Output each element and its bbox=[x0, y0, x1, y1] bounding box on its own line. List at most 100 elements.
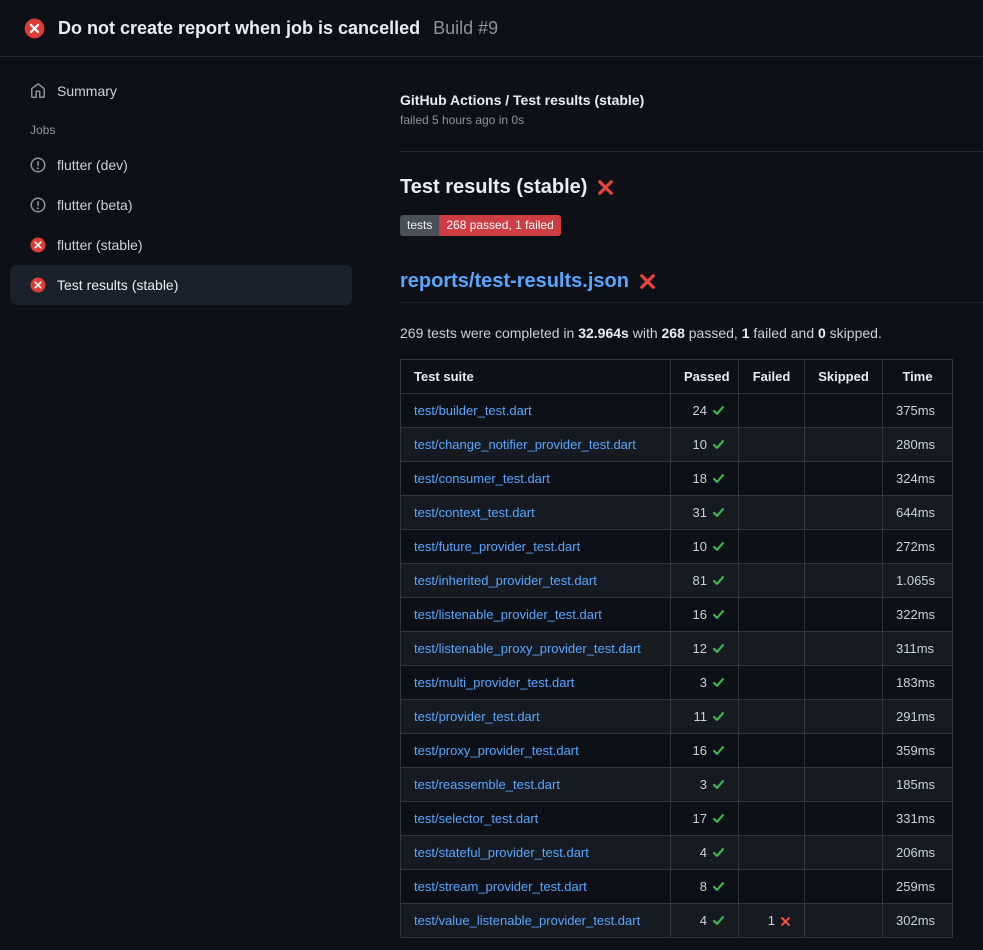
passed-cell: 11 bbox=[671, 700, 739, 734]
jobs-heading: Jobs bbox=[0, 123, 376, 137]
check-icon bbox=[712, 812, 725, 825]
failed-cell bbox=[739, 836, 805, 870]
time-cell: 272ms bbox=[883, 530, 953, 564]
time-cell: 375ms bbox=[883, 394, 953, 428]
time-cell: 206ms bbox=[883, 836, 953, 870]
test-suite-link[interactable]: test/consumer_test.dart bbox=[414, 471, 550, 486]
suite-cell: test/stream_provider_test.dart bbox=[401, 870, 671, 904]
time-cell: 359ms bbox=[883, 734, 953, 768]
test-suite-link[interactable]: test/multi_provider_test.dart bbox=[414, 675, 574, 690]
check-icon bbox=[712, 472, 725, 485]
table-row: test/listenable_provider_test.dart16322m… bbox=[401, 598, 953, 632]
suite-cell: test/builder_test.dart bbox=[401, 394, 671, 428]
test-suite-link[interactable]: test/stream_provider_test.dart bbox=[414, 879, 587, 894]
test-suite-link[interactable]: test/proxy_provider_test.dart bbox=[414, 743, 579, 758]
failed-cell bbox=[739, 598, 805, 632]
passed-cell: 3 bbox=[671, 768, 739, 802]
neutral-circle-icon bbox=[30, 157, 46, 173]
table-row: test/listenable_proxy_provider_test.dart… bbox=[401, 632, 953, 666]
report-file-link[interactable]: reports/test-results.json bbox=[400, 270, 629, 293]
passed-cell: 4 bbox=[671, 836, 739, 870]
sidebar-item-flutter-stable[interactable]: flutter (stable) bbox=[10, 225, 352, 265]
job-label: flutter (stable) bbox=[57, 237, 143, 253]
run-header: Do not create report when job is cancell… bbox=[0, 0, 983, 57]
badge-label: tests bbox=[400, 215, 439, 236]
test-suite-link[interactable]: test/builder_test.dart bbox=[414, 403, 532, 418]
skipped-cell bbox=[805, 870, 883, 904]
passed-cell: 10 bbox=[671, 530, 739, 564]
failed-cell bbox=[739, 870, 805, 904]
x-icon bbox=[780, 916, 791, 927]
time-cell: 302ms bbox=[883, 904, 953, 938]
passed-cell: 3 bbox=[671, 666, 739, 700]
test-suite-link[interactable]: test/listenable_proxy_provider_test.dart bbox=[414, 641, 641, 656]
cross-mark-icon bbox=[597, 179, 614, 196]
time-cell: 185ms bbox=[883, 768, 953, 802]
test-suite-link[interactable]: test/reassemble_test.dart bbox=[414, 777, 560, 792]
test-suite-link[interactable]: test/change_notifier_provider_test.dart bbox=[414, 437, 636, 452]
skipped-cell bbox=[805, 632, 883, 666]
check-icon bbox=[712, 506, 725, 519]
sidebar-item-test-results-stable[interactable]: Test results (stable) bbox=[10, 265, 352, 305]
time-cell: 280ms bbox=[883, 428, 953, 462]
test-suite-link[interactable]: test/selector_test.dart bbox=[414, 811, 538, 826]
job-label: flutter (beta) bbox=[57, 197, 132, 213]
summary-stat: 1 bbox=[742, 325, 750, 341]
sidebar-item-flutter-dev[interactable]: flutter (dev) bbox=[10, 145, 352, 185]
page-title: Do not create report when job is cancell… bbox=[58, 18, 420, 39]
sidebar: Summary Jobs flutter (dev) flutter (beta)… bbox=[0, 57, 376, 305]
summary-text: with bbox=[629, 325, 662, 341]
table-row: test/provider_test.dart 11 291ms bbox=[401, 700, 953, 734]
failed-cell bbox=[739, 496, 805, 530]
build-number: Build #9 bbox=[433, 18, 498, 39]
check-icon bbox=[712, 846, 725, 859]
table-row: test/change_notifier_provider_test.dart 1… bbox=[401, 428, 953, 462]
sidebar-item-summary[interactable]: Summary bbox=[0, 73, 376, 109]
time-cell: 331ms bbox=[883, 802, 953, 836]
time-cell: 291ms bbox=[883, 700, 953, 734]
check-icon bbox=[712, 438, 725, 451]
test-suite-link[interactable]: test/provider_test.dart bbox=[414, 709, 540, 724]
suite-cell: test/context_test.dart bbox=[401, 496, 671, 530]
time-cell: 259ms bbox=[883, 870, 953, 904]
time-cell: 644ms bbox=[883, 496, 953, 530]
test-suite-link[interactable]: test/future_provider_test.dart bbox=[414, 539, 580, 554]
test-suite-link[interactable]: test/context_test.dart bbox=[414, 505, 535, 520]
skipped-cell bbox=[805, 496, 883, 530]
passed-cell: 10 bbox=[671, 428, 739, 462]
divider bbox=[400, 151, 983, 152]
skipped-cell bbox=[805, 904, 883, 938]
suite-cell: test/multi_provider_test.dart bbox=[401, 666, 671, 700]
suite-cell: test/future_provider_test.dart bbox=[401, 530, 671, 564]
time-cell: 322ms bbox=[883, 598, 953, 632]
test-suite-link[interactable]: test/inherited_provider_test.dart bbox=[414, 573, 597, 588]
summary-text: 269 tests were completed in bbox=[400, 325, 578, 341]
summary-label: Summary bbox=[57, 83, 117, 99]
suite-cell: test/listenable_provider_test.dart bbox=[401, 598, 671, 632]
test-suite-link[interactable]: test/listenable_provider_test.dart bbox=[414, 607, 602, 622]
skipped-cell bbox=[805, 598, 883, 632]
test-suite-link[interactable]: test/stateful_provider_test.dart bbox=[414, 845, 589, 860]
table-row: test/context_test.dart31644ms bbox=[401, 496, 953, 530]
table-row: test/future_provider_test.dart 10 272ms bbox=[401, 530, 953, 564]
check-icon bbox=[712, 744, 725, 757]
passed-cell: 81 bbox=[671, 564, 739, 598]
failed-cell bbox=[739, 530, 805, 564]
job-label: flutter (dev) bbox=[57, 157, 128, 173]
summary-text: skipped. bbox=[826, 325, 882, 341]
x-circle-fail-icon bbox=[30, 277, 46, 293]
summary-line: 269 tests were completed in 32.964s with… bbox=[400, 325, 983, 341]
suite-cell: test/value_listenable_provider_test.dart bbox=[401, 904, 671, 938]
sidebar-jobs: flutter (dev) flutter (beta) flutter (stab… bbox=[0, 145, 376, 305]
test-suite-link[interactable]: test/value_listenable_provider_test.dart bbox=[414, 913, 640, 928]
passed-cell: 17 bbox=[671, 802, 739, 836]
status-line: failed 5 hours ago in 0s bbox=[400, 113, 983, 127]
failed-cell bbox=[739, 700, 805, 734]
sidebar-item-flutter-beta[interactable]: flutter (beta) bbox=[10, 185, 352, 225]
table-row: test/multi_provider_test.dart3183ms bbox=[401, 666, 953, 700]
suite-cell: test/stateful_provider_test.dart bbox=[401, 836, 671, 870]
skipped-cell bbox=[805, 700, 883, 734]
summary-stat: 268 bbox=[662, 325, 685, 341]
suite-cell: test/provider_test.dart bbox=[401, 700, 671, 734]
table-row: test/proxy_provider_test.dart16359ms bbox=[401, 734, 953, 768]
